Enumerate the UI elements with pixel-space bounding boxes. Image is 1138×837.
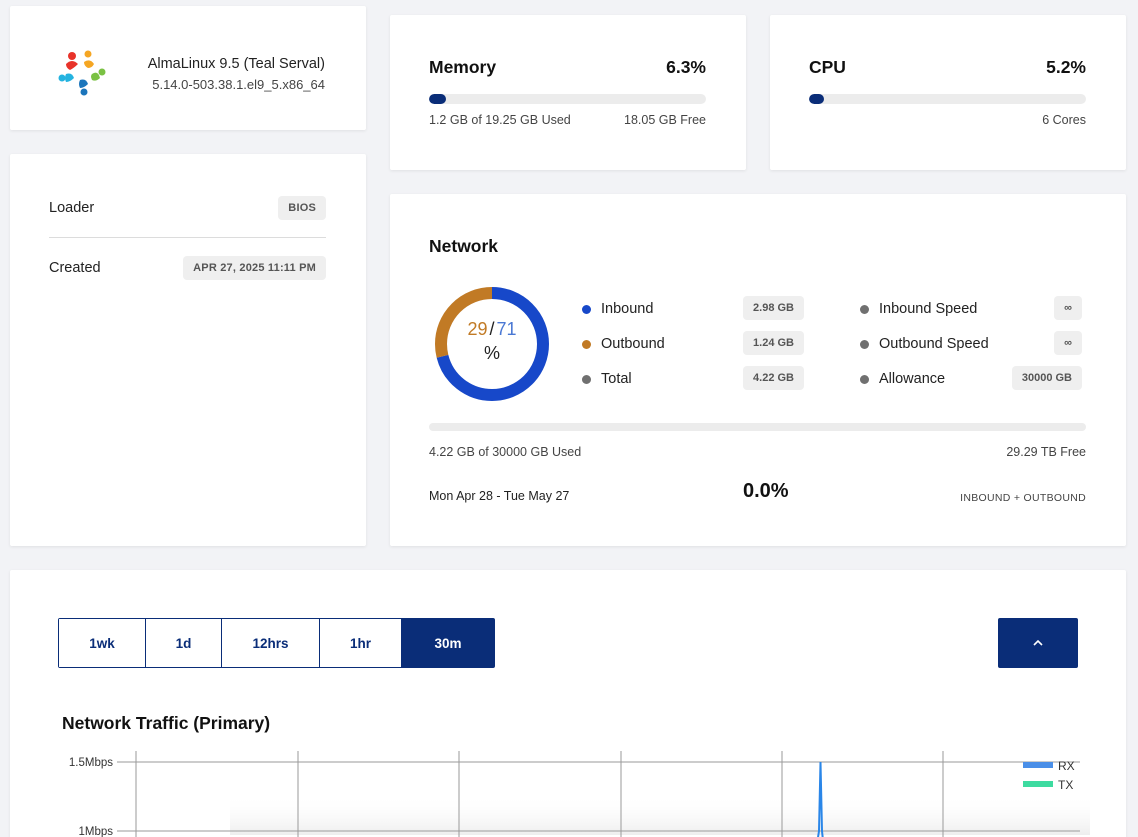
total-value-badge: 4.22 GB xyxy=(743,366,804,390)
donut-unit: % xyxy=(483,343,500,363)
cpu-title: CPU xyxy=(809,57,846,77)
network-used: 4.22 GB of 30000 GB Used xyxy=(429,445,582,459)
memory-free: 18.05 GB Free xyxy=(624,113,706,127)
y-tick-label: 1Mbps xyxy=(78,826,113,837)
legend-allowance: Allowance xyxy=(860,366,945,392)
server-meta-card: Loader BIOS Created APR 27, 2025 11:11 P… xyxy=(10,154,366,546)
traffic-card: 1wk 1d 12hrs 1hr 30m Network Traffic (Pr… xyxy=(10,570,1126,837)
inbound-speed-dot-icon xyxy=(860,304,869,314)
legend-label: Outbound xyxy=(601,336,665,352)
network-free: 29.29 TB Free xyxy=(1006,445,1086,459)
memory-title: Memory xyxy=(429,57,497,77)
allowance-badge: 30000 GB xyxy=(1011,366,1082,390)
billing-period: Mon Apr 28 - Tue May 27 xyxy=(429,489,570,503)
legend-label: Outbound Speed xyxy=(879,336,989,352)
donut-outbound-pct: 29 xyxy=(467,319,488,339)
os-name: AlmaLinux 9.5 (Teal Serval) xyxy=(147,56,325,72)
donut-separator: / xyxy=(489,319,495,339)
legend-inbound-speed: Inbound Speed xyxy=(860,296,977,322)
range-button-30m[interactable]: 30m xyxy=(402,619,494,667)
chart-title: Network Traffic (Primary) xyxy=(62,713,271,733)
network-usage-percent: 0.0% xyxy=(743,480,789,502)
cpu-cores: 6 Cores xyxy=(1042,113,1086,127)
cpu-progress-fill xyxy=(809,94,825,104)
legend-label: Inbound xyxy=(601,301,654,317)
outbound-speed-dot-icon xyxy=(860,339,869,349)
time-range-selector: 1wk 1d 12hrs 1hr 30m xyxy=(58,618,495,668)
legend-inbound: Inbound xyxy=(582,296,653,322)
created-label: Created xyxy=(49,260,101,276)
traffic-chart: 1.5Mbps 1Mbps RX TX xyxy=(69,751,1090,837)
memory-card: Memory 6.3% 1.2 GB of 19.25 GB Used 18.0… xyxy=(390,15,746,170)
outbound-value-badge: 1.24 GB xyxy=(743,331,804,355)
os-kernel: 5.14.0-503.38.1.el9_5.x86_64 xyxy=(152,77,325,92)
outbound-speed-badge: ∞ xyxy=(1054,331,1082,355)
loader-badge: BIOS xyxy=(278,195,326,220)
allowance-dot-icon xyxy=(860,374,869,384)
network-title: Network xyxy=(429,236,499,256)
legend-label: Inbound Speed xyxy=(879,301,978,317)
total-dot-icon xyxy=(582,374,591,384)
almalinux-logo-icon xyxy=(58,50,106,96)
network-card: Network 29/71 % Inbound 2.98 GB Outbound… xyxy=(390,194,1126,546)
legend-tx-label: TX xyxy=(1058,778,1073,792)
range-button-1hr[interactable]: 1hr xyxy=(320,619,402,667)
loader-row: Loader BIOS xyxy=(49,178,326,238)
legend-total: Total xyxy=(582,366,632,392)
collapse-button[interactable] xyxy=(998,618,1078,668)
inbound-value-badge: 2.98 GB xyxy=(743,296,804,320)
inbound-speed-badge: ∞ xyxy=(1054,296,1082,320)
network-usage-bar xyxy=(429,423,1086,431)
legend-tx-swatch xyxy=(1023,781,1053,787)
donut-inbound-pct: 71 xyxy=(496,319,517,339)
chart-shade xyxy=(230,795,1090,835)
cpu-percent: 5.2% xyxy=(1046,57,1086,77)
chevron-up-icon xyxy=(1033,639,1043,646)
legend-label: Total xyxy=(601,371,632,387)
legend-label: Allowance xyxy=(879,371,946,387)
range-button-12hrs[interactable]: 12hrs xyxy=(222,619,320,667)
created-badge: APR 27, 2025 11:11 PM xyxy=(183,256,326,280)
outbound-dot-icon xyxy=(582,339,591,349)
memory-used: 1.2 GB of 19.25 GB Used xyxy=(429,113,571,127)
range-button-1d[interactable]: 1d xyxy=(146,619,222,667)
memory-progress-fill xyxy=(429,94,447,104)
os-card: AlmaLinux 9.5 (Teal Serval) 5.14.0-503.3… xyxy=(10,6,366,130)
legend-rx-label: RX xyxy=(1058,759,1075,773)
donut-center-label: 29/71 % xyxy=(434,286,550,402)
cpu-card: CPU 5.2% 6 Cores xyxy=(770,15,1126,170)
legend-outbound-speed: Outbound Speed xyxy=(860,331,989,357)
legend-outbound: Outbound xyxy=(582,331,665,357)
inbound-dot-icon xyxy=(582,304,591,314)
memory-progress-bar xyxy=(429,94,706,104)
memory-percent: 6.3% xyxy=(666,57,706,77)
created-row: Created APR 27, 2025 11:11 PM xyxy=(49,238,326,298)
loader-label: Loader xyxy=(49,199,95,216)
y-tick-label: 1.5Mbps xyxy=(69,757,113,769)
legend-rx-swatch xyxy=(1023,762,1053,768)
cpu-progress-bar xyxy=(809,94,1086,104)
network-usage-scope: INBOUND + OUTBOUND xyxy=(960,492,1086,504)
range-button-1wk[interactable]: 1wk xyxy=(59,619,146,667)
